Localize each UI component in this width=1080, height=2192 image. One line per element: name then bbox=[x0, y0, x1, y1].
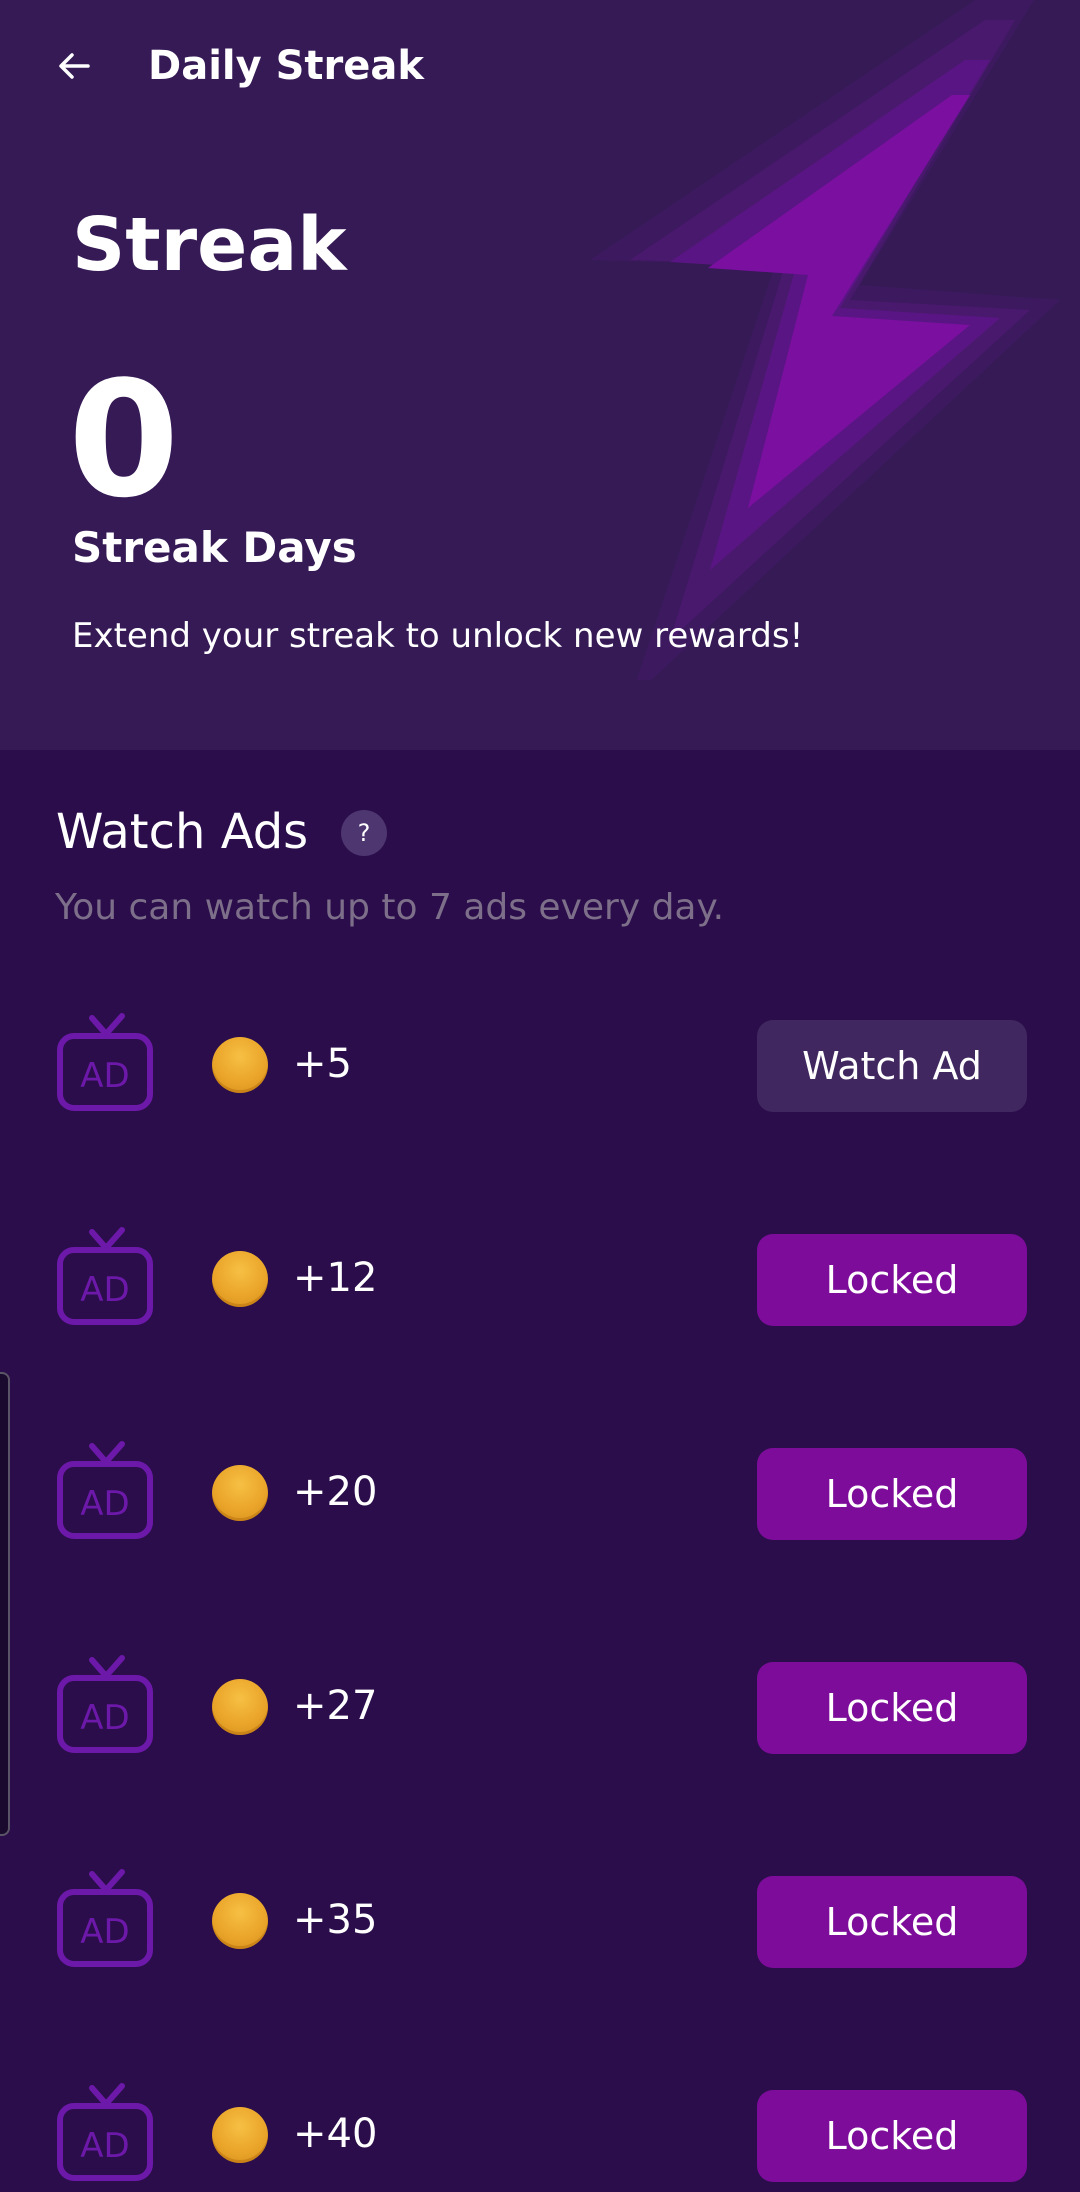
ad-reward-row: AD +5 Watch Ad bbox=[0, 1012, 1080, 1122]
streak-heading: Streak bbox=[72, 202, 347, 288]
help-button[interactable]: ? bbox=[341, 810, 387, 856]
streak-count: 0 bbox=[68, 346, 180, 533]
coin-icon bbox=[212, 1679, 268, 1735]
ad-reward-row: AD +20 Locked bbox=[0, 1440, 1080, 1550]
lightning-bolt-icon bbox=[590, 0, 1060, 680]
locked-button[interactable]: Locked bbox=[757, 1876, 1027, 1968]
tv-ad-icon: AD bbox=[57, 1869, 153, 1967]
reward-amount: +20 bbox=[293, 1469, 378, 1515]
watch-ads-title: Watch Ads bbox=[56, 804, 309, 860]
arrow-left-icon bbox=[59, 53, 90, 79]
watch-ads-subtitle: You can watch up to 7 ads every day. bbox=[55, 887, 725, 928]
ad-reward-row: AD +35 Locked bbox=[0, 1868, 1080, 1978]
locked-button[interactable]: Locked bbox=[757, 1662, 1027, 1754]
coin-icon bbox=[212, 1037, 268, 1093]
page-title: Daily Streak bbox=[148, 43, 424, 89]
coin-icon bbox=[212, 2107, 268, 2163]
svg-text:AD: AD bbox=[80, 2126, 129, 2166]
reward-amount: +12 bbox=[293, 1255, 378, 1301]
ad-reward-row: AD +40 Locked bbox=[0, 2082, 1080, 2192]
reward-amount: +35 bbox=[293, 1897, 378, 1943]
coin-icon bbox=[212, 1893, 268, 1949]
svg-text:AD: AD bbox=[80, 1698, 129, 1738]
svg-text:AD: AD bbox=[80, 1912, 129, 1952]
reward-amount: +40 bbox=[293, 2111, 378, 2157]
tv-ad-icon: AD bbox=[57, 1227, 153, 1325]
streak-hero: Daily Streak Streak 0 Streak Days Extend… bbox=[0, 0, 1080, 750]
reward-amount: +5 bbox=[293, 1041, 352, 1087]
tv-ad-icon: AD bbox=[57, 2083, 153, 2181]
locked-button[interactable]: Locked bbox=[757, 1448, 1027, 1540]
tv-ad-icon: AD bbox=[57, 1655, 153, 1753]
streak-days-label: Streak Days bbox=[72, 523, 357, 572]
svg-text:AD: AD bbox=[80, 1270, 129, 1310]
svg-text:AD: AD bbox=[80, 1484, 129, 1524]
ad-reward-row: AD +27 Locked bbox=[0, 1654, 1080, 1764]
tv-ad-icon: AD bbox=[57, 1013, 153, 1111]
locked-button[interactable]: Locked bbox=[757, 2090, 1027, 2182]
ad-reward-row: AD +12 Locked bbox=[0, 1226, 1080, 1336]
back-button[interactable] bbox=[44, 36, 104, 96]
streak-description: Extend your streak to unlock new rewards… bbox=[72, 616, 804, 656]
watch-ad-button[interactable]: Watch Ad bbox=[757, 1020, 1027, 1112]
edge-panel-handle[interactable] bbox=[0, 1372, 10, 1836]
locked-button[interactable]: Locked bbox=[757, 1234, 1027, 1326]
svg-text:AD: AD bbox=[80, 1056, 129, 1096]
tv-ad-icon: AD bbox=[57, 1441, 153, 1539]
coin-icon bbox=[212, 1251, 268, 1307]
coin-icon bbox=[212, 1465, 268, 1521]
reward-amount: +27 bbox=[293, 1683, 378, 1729]
